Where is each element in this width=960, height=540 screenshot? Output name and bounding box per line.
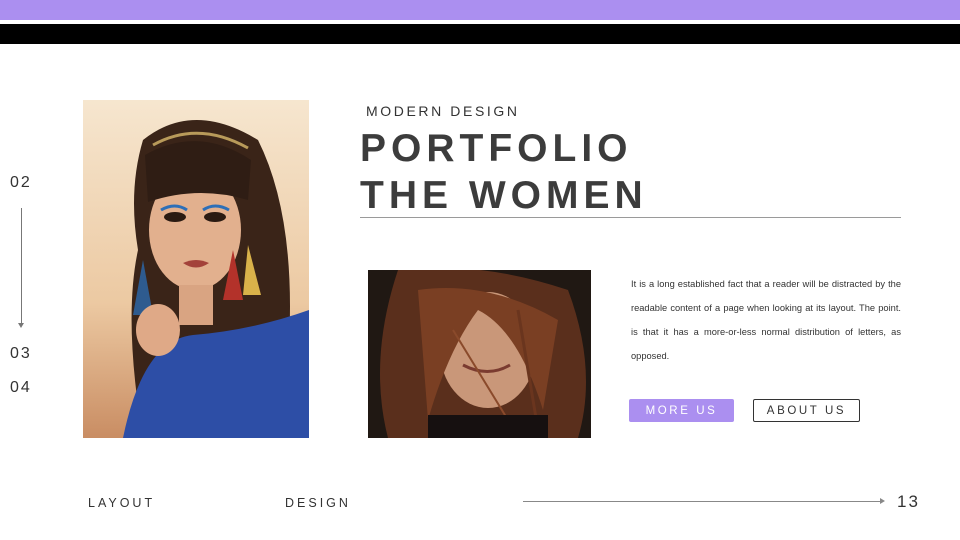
- about-us-button[interactable]: ABOUT US: [753, 399, 860, 422]
- secondary-illustration: [368, 270, 591, 438]
- title-divider: [360, 217, 901, 218]
- side-nav-item-03[interactable]: 03: [10, 345, 32, 363]
- side-nav-item-04[interactable]: 04: [10, 379, 32, 397]
- page-title-line1: PORTFOLIO: [360, 127, 633, 170]
- footer-layout-label: LAYOUT: [88, 496, 156, 510]
- more-us-button[interactable]: MORE US: [629, 399, 734, 422]
- page-title-line2: THE WOMEN: [360, 174, 648, 217]
- portrait-image: [83, 100, 309, 438]
- secondary-image: [368, 270, 591, 438]
- page-number: 13: [897, 492, 920, 511]
- top-accent-band: [0, 0, 960, 20]
- footer-design-label: DESIGN: [285, 496, 351, 510]
- section-subtitle: MODERN DESIGN: [366, 103, 520, 119]
- top-dark-band: [0, 24, 960, 44]
- portrait-illustration: [83, 100, 309, 438]
- side-nav-arrow: [18, 208, 24, 328]
- body-paragraph: It is a long established fact that a rea…: [631, 279, 901, 361]
- footer-arrow-line: [523, 498, 885, 504]
- side-nav-item-02[interactable]: 02: [10, 174, 32, 192]
